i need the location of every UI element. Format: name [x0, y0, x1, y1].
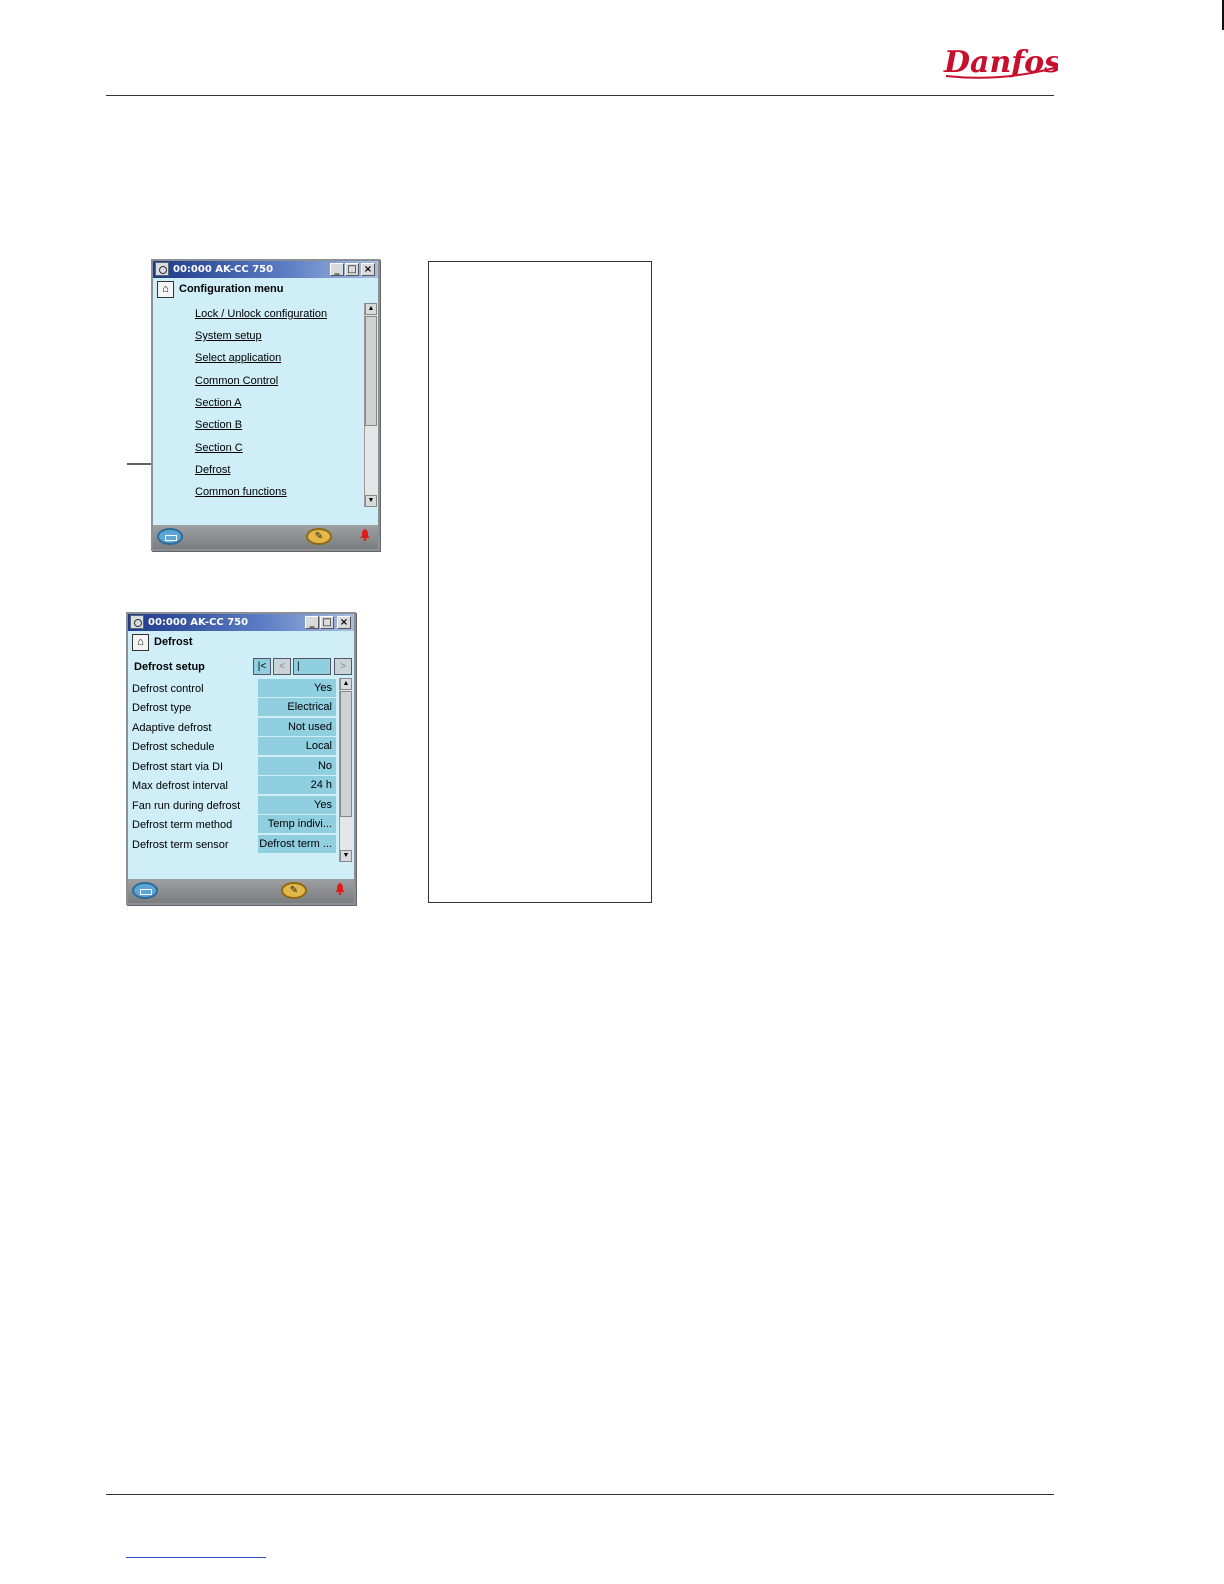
menu-item-section-b[interactable]: Section B [195, 419, 242, 431]
menu-item-system-setup[interactable]: System setup [195, 330, 262, 342]
row-value-adaptive-defrost[interactable]: Not used [258, 718, 336, 736]
home-icon[interactable]: ⌂ [157, 281, 174, 298]
menu-item-defrost[interactable]: Defrost [195, 464, 230, 476]
menu-item-section-c[interactable]: Section C [195, 442, 243, 454]
row-label-defrost-term-method: Defrost term method [132, 819, 233, 831]
description-panel [428, 261, 652, 903]
home-icon[interactable]: ⌂ [132, 634, 149, 651]
row-value-defrost-control[interactable]: Yes [258, 679, 336, 697]
config-scrollbar[interactable]: ▲ ▼ [364, 303, 377, 507]
footer-link-underline[interactable] [126, 1557, 266, 1558]
row-label-defrost-type: Defrost type [132, 702, 192, 714]
menu-item-select-application[interactable]: Select application [195, 352, 281, 364]
defrost-window-titlebar[interactable]: 00:000 AK-CC 750 _ □ × [128, 614, 354, 631]
scroll-up-icon[interactable]: ▲ [365, 303, 377, 315]
next-page-button[interactable]: > [334, 658, 352, 675]
defrost-window-title: 00:000 AK-CC 750 [148, 617, 249, 628]
config-bottom-bar: ✎ [153, 525, 378, 549]
row-label-defrost-start-di: Defrost start via DI [132, 761, 224, 773]
row-value-defrost-schedule[interactable]: Local [258, 737, 336, 755]
menu-item-common-functions[interactable]: Common functions [195, 486, 287, 498]
display-icon[interactable] [132, 882, 158, 899]
alarm-bell-icon[interactable] [335, 883, 345, 895]
minimize-icon[interactable]: _ [330, 263, 344, 276]
row-value-defrost-start-di[interactable]: No [258, 757, 336, 775]
app-icon [130, 615, 144, 629]
wrench-icon[interactable]: ✎ [306, 528, 332, 545]
row-value-defrost-type[interactable]: Electrical [258, 698, 336, 716]
maximize-icon[interactable]: □ [345, 263, 359, 276]
close-icon[interactable]: × [361, 263, 375, 276]
scroll-thumb[interactable] [340, 691, 352, 817]
row-value-defrost-term-method[interactable]: Temp indivi... [258, 815, 336, 833]
defrost-setup-title: Defrost setup [134, 661, 205, 673]
page-indicator: | [293, 658, 331, 675]
close-icon[interactable]: × [337, 616, 351, 629]
danfoss-logo: Danfoss [943, 45, 1058, 80]
row-label-defrost-term-sensor: Defrost term sensor [132, 839, 229, 851]
defrost-bottom-bar: ✎ [128, 879, 354, 903]
row-value-max-defrost-interval[interactable]: 24 h [258, 776, 336, 794]
defrost-header-row: ⌂ Defrost [130, 633, 352, 653]
logo-text: Danfoss [943, 45, 1058, 80]
row-label-adaptive-defrost: Adaptive defrost [132, 722, 212, 734]
row-label-fan-run-during-defrost: Fan run during defrost [132, 800, 241, 812]
app-icon [155, 262, 169, 276]
row-label-max-defrost-interval: Max defrost interval [132, 780, 228, 792]
defrost-window: 00:000 AK-CC 750 _ □ × ⌂ Defrost Defrost… [126, 612, 356, 905]
defrost-header-title: Defrost [154, 636, 193, 648]
alarm-bell-icon[interactable] [360, 529, 370, 541]
wrench-icon[interactable]: ✎ [281, 882, 307, 899]
maximize-icon[interactable]: □ [320, 616, 334, 629]
first-page-button[interactable]: |< [253, 658, 271, 675]
scroll-thumb[interactable] [365, 316, 377, 426]
config-header-title: Configuration menu [179, 283, 284, 295]
minimize-icon[interactable]: _ [305, 616, 319, 629]
defrost-scrollbar[interactable]: ▲ ▼ [339, 678, 352, 862]
config-menu-window: 00:000 AK-CC 750 _ □ × ⌂ Configuration m… [151, 259, 380, 551]
prev-page-button[interactable]: < [273, 658, 291, 675]
menu-item-lock-unlock[interactable]: Lock / Unlock configuration [195, 308, 327, 320]
display-icon[interactable] [157, 528, 183, 545]
footer-rule [106, 1494, 1054, 1495]
scroll-up-icon[interactable]: ▲ [340, 678, 352, 690]
row-label-defrost-schedule: Defrost schedule [132, 741, 215, 753]
scroll-down-icon[interactable]: ▼ [340, 850, 352, 862]
header-rule [106, 95, 1054, 96]
config-window-titlebar[interactable]: 00:000 AK-CC 750 _ □ × [153, 261, 378, 278]
config-window-title: 00:000 AK-CC 750 [173, 264, 274, 275]
menu-item-common-control[interactable]: Common Control [195, 375, 278, 387]
row-label-defrost-control: Defrost control [132, 683, 204, 695]
scroll-down-icon[interactable]: ▼ [365, 495, 377, 507]
row-value-fan-run-during-defrost[interactable]: Yes [258, 796, 336, 814]
config-header-row: ⌂ Configuration menu [155, 280, 376, 300]
menu-item-section-a[interactable]: Section A [195, 397, 241, 409]
row-value-defrost-term-sensor[interactable]: Defrost term ... [258, 835, 336, 853]
